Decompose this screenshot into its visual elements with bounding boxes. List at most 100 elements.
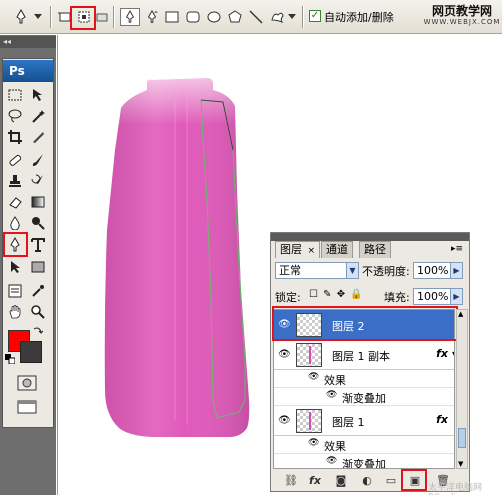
eye-icon[interactable]: 👁 (326, 456, 337, 466)
tab-close-icon[interactable]: × (308, 246, 316, 256)
fill-input[interactable]: 100% ▶ (413, 288, 463, 305)
fill-arrow-icon[interactable]: ▶ (450, 289, 462, 304)
tab-layers-label: 图层 (280, 243, 302, 256)
effects-row[interactable]: 👁 效果 (274, 436, 454, 454)
layer-row[interactable]: 👁 图层 1 副本 fx ▾ (274, 340, 454, 370)
hand-icon[interactable] (5, 302, 25, 322)
line-icon[interactable] (247, 8, 265, 26)
eraser-icon[interactable] (5, 192, 25, 212)
panel-header[interactable] (271, 233, 469, 241)
lock-label: 锁定: (275, 291, 301, 304)
brush-icon[interactable] (28, 150, 48, 170)
layer-thumbnail (296, 409, 322, 433)
lasso-icon[interactable] (5, 106, 25, 126)
brand-name: 网页教学网 (431, 4, 492, 18)
polygon-icon[interactable] (226, 8, 244, 26)
fill-value: 100% (417, 290, 449, 303)
pen-tool-icon[interactable] (120, 8, 140, 26)
paths-highlight (70, 6, 96, 30)
adjustment-layer-icon[interactable]: ◐ (359, 473, 375, 489)
tab-layers[interactable]: 图层 × (275, 241, 321, 258)
auto-add-delete-label: 自动添加/删除 (324, 11, 394, 24)
effect-name: 渐变叠加 (342, 458, 386, 469)
add-mask-icon[interactable]: ◙ (333, 473, 349, 489)
magic-wand-icon[interactable] (28, 106, 48, 126)
opacity-arrow-icon[interactable]: ▶ (450, 263, 462, 278)
effect-row[interactable]: 👁 渐变叠加 (274, 454, 454, 469)
eye-icon[interactable]: 👁 (308, 372, 319, 382)
fx-icon[interactable]: fx (436, 413, 448, 426)
marquee-icon[interactable] (5, 85, 25, 105)
selected-layer-highlight (272, 306, 458, 341)
opacity-value: 100% (417, 264, 449, 277)
effects-label: 效果 (324, 440, 346, 453)
scroll-up-icon[interactable]: ▲ (458, 310, 463, 318)
freeform-pen-icon[interactable] (143, 8, 161, 26)
eye-icon[interactable]: 👁 (278, 349, 291, 360)
tools-collapse-icon[interactable]: ◂◂ (0, 36, 56, 48)
eye-icon[interactable]: 👁 (326, 390, 337, 400)
dodge-icon[interactable] (28, 213, 48, 233)
layers-scrollbar[interactable]: ▲ ▼ (456, 309, 468, 469)
quick-mask-icon[interactable] (15, 374, 39, 392)
dropdown-arrow-icon[interactable] (33, 8, 43, 26)
panel-menu-icon[interactable]: ▸≡ (451, 244, 463, 254)
layer-name: 图层 1 副本 (332, 350, 390, 363)
move-icon[interactable] (28, 85, 48, 105)
history-brush-icon[interactable] (28, 171, 48, 191)
blur-icon[interactable] (5, 213, 25, 233)
zoom-icon[interactable] (28, 302, 48, 322)
watermark: 太平洋电脑网 PConline.com.cn (428, 483, 502, 495)
opacity-input[interactable]: 100% ▶ (413, 262, 463, 279)
fill-pixels-icon[interactable] (95, 8, 109, 26)
scroll-down-icon[interactable]: ▼ (458, 460, 463, 468)
effects-row[interactable]: 👁 效果 (274, 370, 454, 388)
background-color-swatch[interactable] (20, 341, 42, 363)
shape-dropdown-icon[interactable] (287, 8, 297, 26)
blend-mode-select[interactable]: 正常 ▼ (275, 262, 359, 279)
auto-add-delete-checkbox[interactable]: ✓ (309, 10, 321, 22)
ellipse-icon[interactable] (205, 8, 223, 26)
path-selection-icon[interactable] (5, 257, 25, 277)
custom-shape-icon[interactable] (268, 8, 286, 26)
scroll-thumb[interactable] (458, 428, 466, 448)
fill-label: 填充: (384, 291, 410, 304)
pen-tool-highlight (3, 232, 28, 257)
screen-mode-icon[interactable] (15, 398, 39, 416)
new-group-icon[interactable]: ▭ (383, 473, 399, 489)
opacity-label: 不透明度: (362, 265, 410, 278)
fx-icon[interactable]: fx (436, 347, 448, 360)
link-layers-icon[interactable]: ⛓ (283, 473, 299, 489)
tab-channels[interactable]: 通道 (321, 241, 353, 258)
clone-stamp-icon[interactable] (5, 171, 25, 191)
tab-paths[interactable]: 路径 (359, 241, 391, 258)
layer-name: 图层 1 (332, 416, 365, 429)
brand-url: WWW.WEBJX.COM (423, 18, 501, 26)
healing-brush-icon[interactable] (5, 150, 25, 170)
type-icon[interactable] (28, 235, 48, 255)
slice-icon[interactable] (28, 127, 48, 147)
lock-icons[interactable]: ☐ ✎ ✥ 🔒 (309, 289, 364, 300)
rectangle-icon[interactable] (163, 8, 181, 26)
eye-icon[interactable]: 👁 (278, 415, 291, 426)
effect-row[interactable]: 👁 渐变叠加 (274, 388, 454, 406)
add-style-icon[interactable]: fx (307, 473, 323, 489)
notes-icon[interactable] (5, 281, 25, 301)
brand-logo: 网页教学网 WWW.WEBJX.COM (423, 4, 501, 32)
tab-channels-label: 通道 (326, 243, 348, 256)
eye-icon[interactable]: 👁 (308, 438, 319, 448)
swap-colors-icon[interactable] (32, 325, 44, 337)
layer-thumbnail (296, 343, 322, 367)
eyedropper-icon[interactable] (28, 281, 48, 301)
gradient-icon[interactable] (28, 192, 48, 212)
default-colors-icon[interactable] (4, 353, 16, 365)
chevron-down-icon: ▼ (346, 263, 358, 278)
shape-icon[interactable] (28, 257, 48, 277)
crop-icon[interactable] (5, 127, 25, 147)
expand-arrow-icon[interactable]: ▾ (452, 349, 454, 358)
effects-label: 效果 (324, 374, 346, 387)
rounded-rectangle-icon[interactable] (184, 8, 202, 26)
pen-icon[interactable] (10, 8, 32, 26)
tab-paths-label: 路径 (364, 243, 386, 256)
layer-row[interactable]: 👁 图层 1 fx (274, 406, 454, 436)
